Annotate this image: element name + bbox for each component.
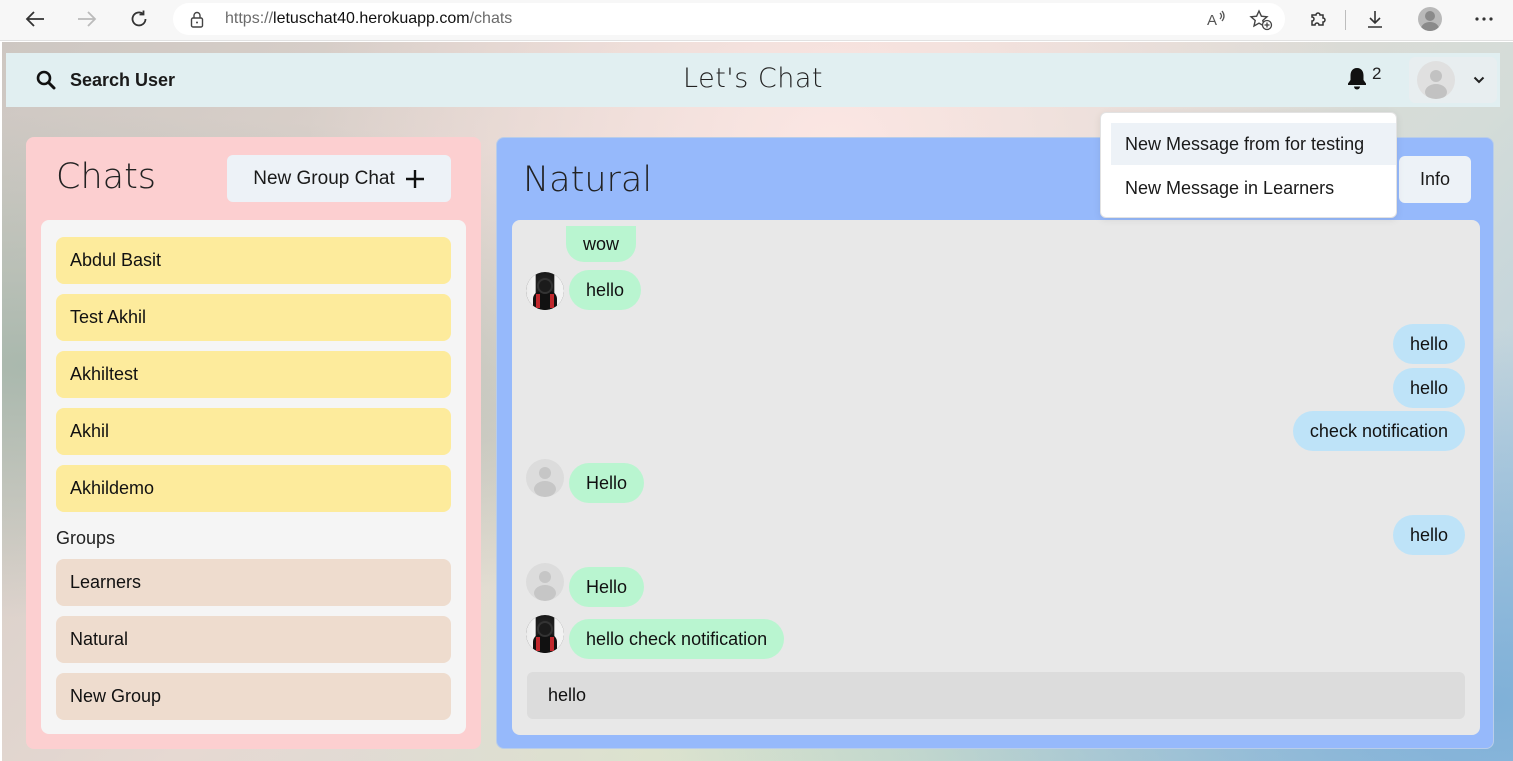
message-input[interactable] (527, 672, 1465, 719)
group-item[interactable]: New Group (56, 673, 451, 720)
page-background: Search User Let's Chat 2 Chats New Group… (2, 42, 1513, 761)
url-host: letuschat40.herokuapp.com (273, 10, 470, 27)
profile-button[interactable] (1415, 5, 1445, 33)
message-text: hello (1409, 333, 1448, 354)
new-group-chat-label: New Group Chat (253, 167, 395, 189)
chat-item-label: Akhiltest (70, 364, 139, 384)
reload-icon (131, 10, 147, 27)
address-bar[interactable]: https://letuschat40.herokuapp.com/chats … (173, 3, 1285, 35)
chat-item[interactable]: Akhil (56, 408, 451, 455)
message-text: Hello (586, 576, 628, 597)
browser-menu-button[interactable] (1469, 5, 1499, 33)
bell-icon (1348, 68, 1366, 90)
reload-button[interactable] (122, 4, 156, 34)
back-arrow-icon (25, 11, 44, 27)
message-text: wow (583, 233, 620, 254)
conversation-title: Natural (523, 160, 653, 200)
chat-item-label: Akhildemo (70, 478, 155, 498)
extensions-button[interactable] (1303, 5, 1333, 33)
notification-item[interactable]: New Message from for testing (1111, 123, 1396, 165)
app-title: Let's Chat (683, 63, 823, 94)
messages-area[interactable]: wow hello hello hello check notification… (512, 220, 1480, 735)
chevron-down-icon (1473, 76, 1485, 84)
notification-count: 2 (1372, 64, 1382, 83)
forward-button[interactable] (70, 4, 104, 34)
conversation-panel: Natural Info wow hello hello hello check… (496, 137, 1494, 749)
message-bubble-outgoing: hello (1392, 324, 1465, 364)
more-dots-icon (1475, 17, 1493, 21)
notification-button[interactable]: 2 (1346, 64, 1382, 90)
chat-item[interactable]: Test Akhil (56, 294, 451, 341)
browser-toolbar: https://letuschat40.herokuapp.com/chats … (0, 0, 1513, 41)
message-bubble-incoming: Hello (569, 463, 645, 503)
chat-item[interactable]: Abdul Basit (56, 237, 451, 284)
svg-text:A: A (1207, 12, 1217, 29)
info-label: Info (1419, 169, 1451, 189)
url-scheme: https:// (225, 10, 274, 27)
message-bubble-outgoing: check notification (1292, 411, 1465, 451)
chat-item[interactable]: Akhiltest (56, 351, 451, 398)
app-header: Search User Let's Chat 2 (6, 53, 1500, 107)
user-menu-button[interactable] (1409, 57, 1497, 103)
sender-avatar[interactable] (526, 563, 564, 601)
message-bubble-incoming: Hello (569, 567, 645, 607)
sender-avatar[interactable] (526, 272, 564, 310)
url-path: /chats (469, 10, 513, 27)
profile-avatar-icon (1418, 7, 1442, 31)
lock-icon (190, 11, 204, 28)
message-bubble-incoming: hello check notification (569, 619, 785, 659)
url-text: https://letuschat40.herokuapp.com/chats (225, 10, 512, 28)
groups-heading: Groups (56, 528, 116, 548)
sender-avatar[interactable] (526, 459, 564, 497)
chat-item-label: Test Akhil (70, 307, 147, 327)
plus-icon (405, 169, 424, 188)
message-text: hello check notification (586, 628, 768, 649)
user-avatar (1417, 61, 1455, 99)
group-item-label: Learners (70, 572, 142, 592)
group-item-label: Natural (70, 629, 129, 649)
message-text: hello (1409, 524, 1448, 545)
chat-item-label: Akhil (70, 421, 110, 441)
puzzle-icon (1311, 12, 1326, 26)
group-item[interactable]: Natural (56, 616, 451, 663)
chat-item-label: Abdul Basit (70, 250, 162, 270)
notification-text: New Message in Learners (1125, 177, 1335, 198)
message-bubble-outgoing: hello (1392, 515, 1465, 555)
notification-dropdown: New Message from for testing New Message… (1100, 112, 1397, 218)
back-button[interactable] (18, 4, 52, 34)
sender-avatar[interactable] (526, 615, 564, 653)
info-button[interactable]: Info (1399, 156, 1471, 203)
message-text: Hello (586, 472, 628, 493)
new-group-chat-button[interactable]: New Group Chat (227, 155, 451, 202)
message-text: hello (586, 279, 625, 300)
notification-text: New Message from for testing (1125, 133, 1365, 154)
chat-item[interactable]: Akhildemo (56, 465, 451, 512)
message-bubble-incoming: wow (566, 226, 637, 262)
chats-title: Chats (56, 157, 157, 197)
forward-arrow-icon (78, 11, 97, 27)
message-text: hello (1409, 377, 1448, 398)
favorite-add-icon[interactable] (1249, 9, 1273, 31)
download-icon (1368, 11, 1382, 28)
toolbar-divider (1345, 10, 1346, 30)
notification-item[interactable]: New Message in Learners (1111, 167, 1396, 209)
message-bubble-incoming: hello (569, 270, 642, 310)
message-text: check notification (1309, 420, 1448, 441)
downloads-button[interactable] (1360, 5, 1390, 33)
group-item-label: New Group (70, 686, 162, 706)
message-bubble-outgoing: hello (1392, 368, 1465, 408)
read-aloud-icon[interactable]: A (1206, 9, 1228, 29)
chat-list: Abdul Basit Test Akhil Akhiltest Akhil A… (41, 220, 466, 734)
chats-panel: Chats New Group Chat Abdul Basit Test Ak… (26, 137, 481, 749)
group-item[interactable]: Learners (56, 559, 451, 606)
